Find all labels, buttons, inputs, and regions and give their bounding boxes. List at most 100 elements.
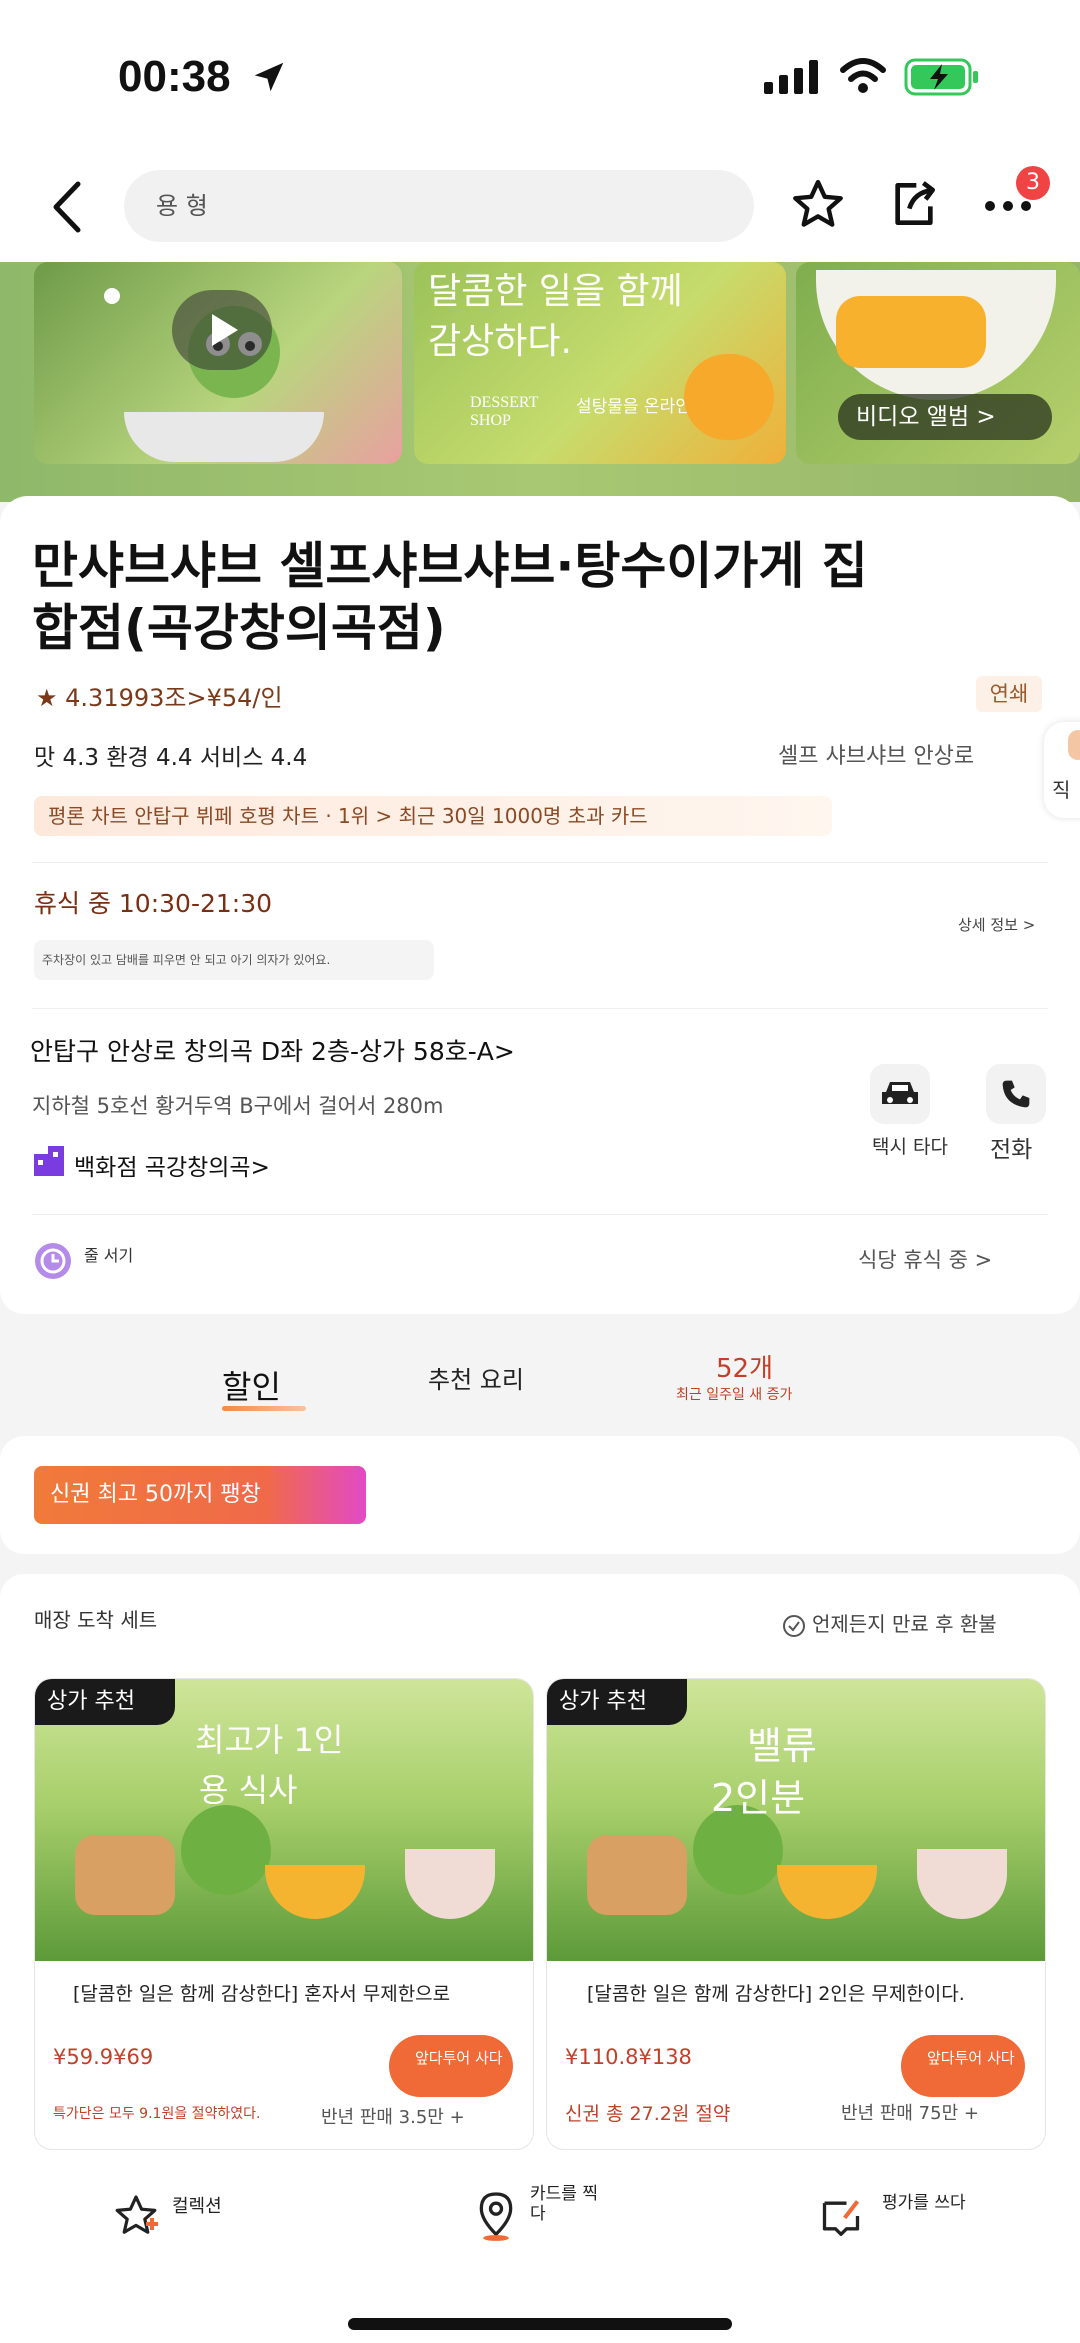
chain-badge: 연쇄 <box>976 676 1042 712</box>
search-bar[interactable]: 용 형 <box>124 170 754 242</box>
subway-directions: 지하철 5호선 황거두역 B구에서 걸어서 280m <box>32 1094 444 1118</box>
search-text: 용 형 <box>156 192 208 220</box>
score-breakdown: 맛 4.3 환경 4.4 서비스 4.4 <box>34 745 308 771</box>
waffle-image <box>587 1835 687 1915</box>
dessert-bowl-image <box>124 412 324 462</box>
shaved-ice-image <box>917 1849 1007 1919</box>
buy-button[interactable]: 앞다투어 사다 <box>389 2035 513 2097</box>
deal-overlay-line2: 용 식사 <box>199 1771 298 1809</box>
store-info-card: 만샤브샤브 셀프샤브샤브·탕수이가게 집 합점(곡강창의곡점) ★ 4.3199… <box>0 496 1080 1314</box>
home-indicator <box>348 2318 732 2330</box>
facility-notice: 주차장이 있고 담배를 피우면 안 되고 아기 의자가 있어요. <box>34 940 434 980</box>
coupon-card: 신권 최고 50까지 팽창 <box>0 1436 1080 1554</box>
queue-label[interactable]: 줄 서기 <box>84 1242 133 1266</box>
divider <box>32 1008 1048 1009</box>
notification-badge: 3 <box>1016 166 1050 200</box>
play-button[interactable] <box>172 290 272 370</box>
video-album-button[interactable]: 비디오 앨범 > <box>838 394 1052 440</box>
promo-tile[interactable]: 달콤한 일을 함께 감상하다. DESSERT SHOP 설탕물을 온라인에 걸… <box>414 262 786 464</box>
mango-dish-image <box>265 1865 365 1919</box>
checkin-label: 카드를 찍다 <box>530 2184 598 2224</box>
mascot-image <box>181 1805 271 1895</box>
promo-title-line1: 달콤한 일을 함께 <box>428 271 683 312</box>
wifi-icon <box>840 58 886 93</box>
mango-cubes-image <box>836 296 986 368</box>
clock-icon <box>35 1243 71 1279</box>
back-arrow-icon[interactable] <box>48 180 84 234</box>
tab-recommended[interactable]: 추천 요리 <box>428 1360 524 1395</box>
phone-button[interactable] <box>986 1064 1046 1124</box>
favorite-star-icon[interactable] <box>788 176 848 234</box>
battery-charging-icon <box>904 58 978 96</box>
divider <box>32 1214 1048 1215</box>
bottom-action-bar: 컬렉션 카드를 찍다 평가를 쓰다 <box>0 2152 1080 2343</box>
deal-overlay-line1: 최고가 1인 <box>195 1721 344 1759</box>
star-add-icon <box>115 2195 158 2234</box>
location-arrow-icon <box>254 62 284 92</box>
tab-active-indicator <box>222 1406 306 1411</box>
checkmark-circle-icon <box>783 1615 805 1637</box>
status-bar: 00:38 <box>0 0 1080 150</box>
play-icon <box>212 314 238 346</box>
cellular-signal-icon <box>764 60 818 94</box>
deal-tag: 상가 추천 <box>547 1679 687 1725</box>
coupon-button[interactable]: 신권 최고 50까지 팽창 <box>34 1466 366 1524</box>
mango-dish-image <box>777 1865 877 1919</box>
top-navigation: 용 형 3 <box>0 150 1080 262</box>
video-thumbnail[interactable] <box>34 262 402 464</box>
taxi-label: 택시 타다 <box>872 1136 948 1158</box>
buy-button[interactable]: 앞다투어 사다 <box>901 2035 1025 2097</box>
album-tile[interactable]: 비디오 앨범 > <box>796 262 1080 464</box>
waffle-image <box>75 1835 175 1915</box>
more-dots-icon[interactable] <box>984 200 1036 212</box>
share-icon[interactable] <box>886 176 942 232</box>
deal-tag: 상가 추천 <box>35 1679 175 1725</box>
details-link[interactable]: 상세 정보 > <box>958 914 1035 935</box>
set-deal-item[interactable]: 최고가 1인 용 식사 상가 추천 [달콤한 일은 함께 감상한다] 혼자서 무… <box>34 1678 534 2150</box>
promo-brand: DESSERT SHOP <box>470 394 539 429</box>
shaved-ice-image <box>405 1849 495 1919</box>
set-deals-card: 매장 도착 세트 언제든지 만료 후 환불 최고가 1인 용 식사 상가 추천 … <box>0 1574 1080 2174</box>
photo-banner[interactable]: 달콤한 일을 함께 감상하다. DESSERT SHOP 설탕물을 온라인에 걸… <box>0 262 1080 502</box>
store-address[interactable]: 안탑구 안상로 창의곡 D좌 2층-상가 58호-A> <box>30 1032 515 1068</box>
deal-sold: 반년 판매 3.5만 + <box>321 2107 465 2128</box>
mango-image <box>684 354 774 440</box>
tab-discount[interactable]: 할인 <box>222 1362 281 1408</box>
business-hours[interactable]: 휴식 중 10:30-21:30 <box>34 884 272 920</box>
promo-title-line2: 감상하다. <box>428 321 572 362</box>
tab-reviews-sub: 최근 일주일 새 증가 <box>676 1387 793 1403</box>
deal-overlay-line2: 2인분 <box>711 1776 806 1820</box>
collect-label: 컬렉션 <box>172 2196 222 2217</box>
deal-overlay-line1: 밸류 <box>747 1724 817 1768</box>
status-time: 00:38 <box>118 52 231 101</box>
deal-price: ¥59.9¥69 <box>53 2045 154 2069</box>
car-icon <box>882 1082 918 1104</box>
deal-sold: 반년 판매 75만 + <box>841 2103 979 2124</box>
rating-price[interactable]: ★ 4.31993조>¥54/인 <box>36 678 283 713</box>
avatar <box>1068 730 1080 760</box>
set-deal-item[interactable]: 밸류 2인분 상가 추천 [달콤한 일은 함께 감상한다] 2인은 무제한이다.… <box>546 1678 1046 2150</box>
sets-title: 매장 도착 세트 <box>34 1608 158 1632</box>
taxi-button[interactable] <box>870 1064 930 1124</box>
refund-policy: 언제든지 만료 후 환불 <box>812 1612 997 1636</box>
phone-label: 전화 <box>990 1137 1033 1163</box>
store-name-line2: 합점(곡강창의곡점) <box>32 599 446 657</box>
mall-link[interactable]: 백화점 곡강창의곡> <box>74 1148 270 1182</box>
checkin-button[interactable]: 카드를 찍다 <box>474 2184 654 2254</box>
indicator-dot <box>104 288 120 304</box>
store-category[interactable]: 셀프 샤브샤브 안상로 <box>778 738 974 770</box>
side-label: 직 <box>1052 778 1071 802</box>
queue-status[interactable]: 식당 휴식 중 > <box>858 1244 992 1274</box>
write-review-button[interactable]: 평가를 쓰다 <box>818 2184 1008 2244</box>
deal-saving: 신권 총 27.2원 절약 <box>565 2103 731 2125</box>
deal-name: [달콤한 일은 함께 감상한다] 2인은 무제한이다. <box>587 1983 965 2005</box>
collect-button[interactable]: 컬렉션 <box>112 2184 292 2244</box>
side-float-button[interactable]: 직 <box>1044 722 1080 818</box>
edit-review-icon <box>822 2200 860 2236</box>
tab-reviews-count[interactable]: 52개 <box>716 1348 773 1385</box>
deal-name: [달콤한 일은 함께 감상한다] 혼자서 무제한으로 <box>73 1983 451 2005</box>
section-tabs: 할인 추천 요리 52개 최근 일주일 새 증가 <box>0 1314 1080 1434</box>
divider <box>32 862 1048 863</box>
ranking-banner[interactable]: 평론 차트 안탑구 뷔페 호평 차트 · 1위 > 최근 30일 1000명 초… <box>34 796 832 836</box>
deal-saving: 특가단은 모두 9.1원을 절약하였다. <box>53 2106 261 2122</box>
